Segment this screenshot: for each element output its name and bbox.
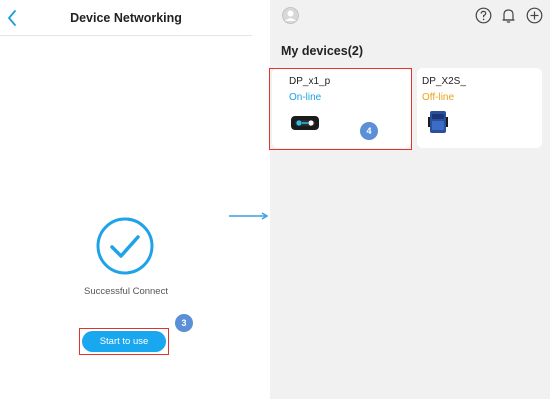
- device-name: DP_X2S_: [422, 76, 466, 87]
- arrow-right-icon: [229, 208, 269, 220]
- my-devices-screen: My devices(2) DP_x1_p On-line DP_X2S_ Of…: [270, 0, 550, 399]
- section-title: My devices(2): [281, 44, 363, 58]
- bell-icon[interactable]: [500, 7, 517, 24]
- device-unit-icon: [427, 108, 449, 141]
- add-icon[interactable]: [526, 7, 543, 24]
- success-check-icon: [95, 216, 155, 276]
- step-badge: 3: [175, 314, 193, 332]
- page-title: Device Networking: [70, 11, 182, 25]
- highlight-box: [269, 68, 412, 150]
- header: Device Networking: [0, 0, 252, 36]
- avatar-icon[interactable]: [282, 7, 299, 24]
- help-icon[interactable]: [475, 7, 492, 24]
- success-message: Successful Connect: [84, 286, 168, 297]
- device-networking-screen: Device Networking Successful Connect Sta…: [0, 0, 252, 399]
- device-card[interactable]: DP_X2S_ Off-line: [417, 68, 542, 148]
- step-badge: 4: [360, 122, 378, 140]
- device-status: Off-line: [422, 92, 455, 103]
- start-to-use-button[interactable]: Start to use: [82, 331, 166, 352]
